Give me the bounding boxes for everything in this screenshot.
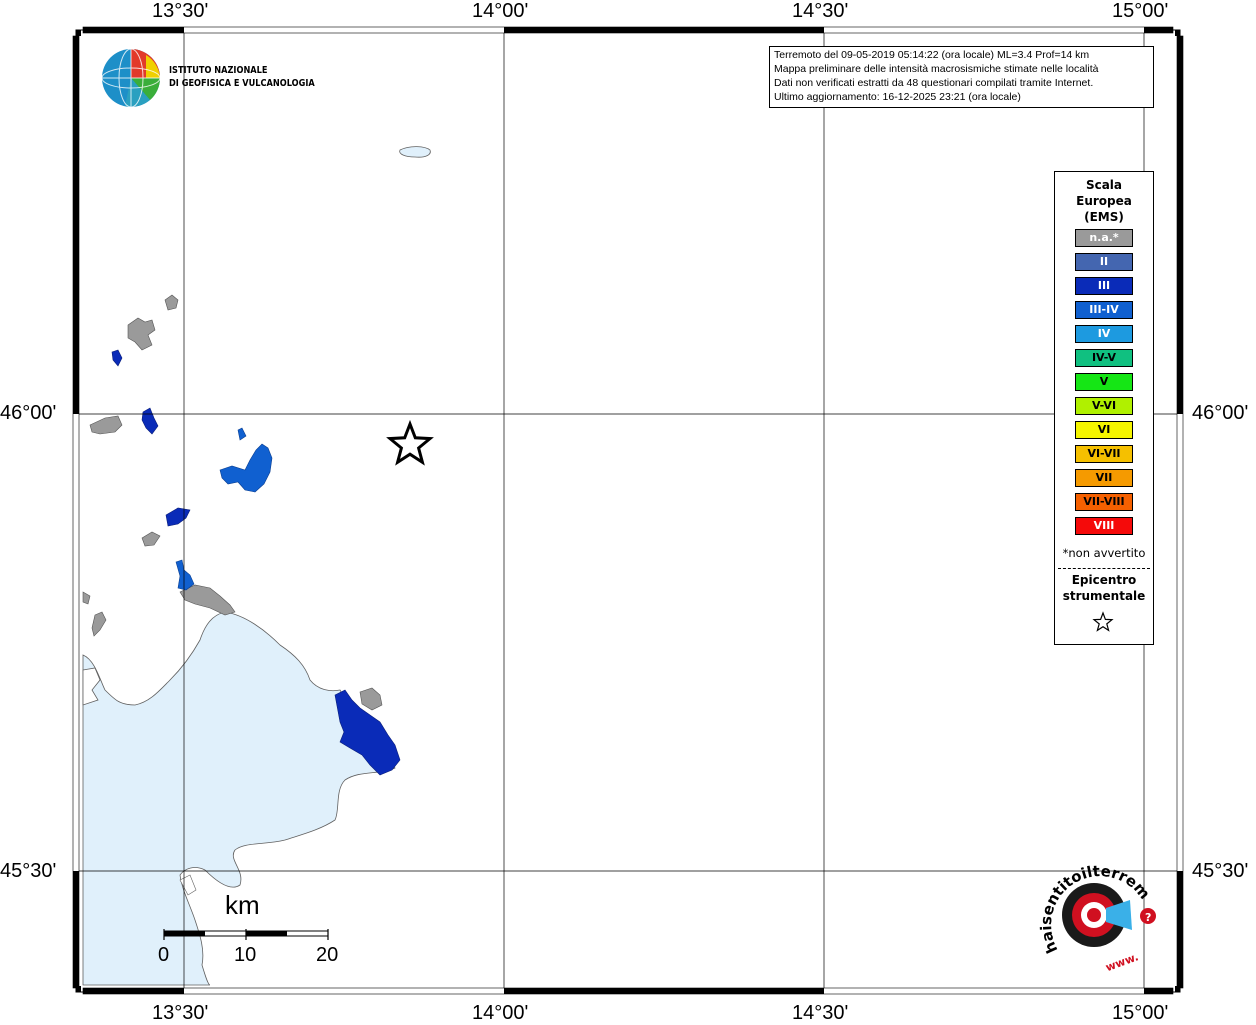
lat-label-right-4530: 45°30' [1192,860,1249,882]
lon-label-bottom-1500: 15°00' [1112,1002,1169,1024]
legend-item: VII [1075,469,1133,487]
lon-label-top-1330: 13°30' [152,0,209,22]
svg-text:?: ? [1145,911,1151,924]
legend-epicenter-line1: Epicentro [1071,573,1137,587]
legend-item: IV [1075,325,1133,343]
map-frame [72,26,1184,995]
legend-title-line1: Scala [1085,178,1123,192]
lon-label-top-1500: 15°00' [1112,0,1169,22]
legend-item: V [1075,373,1133,391]
scale-bar-label-20: 20 [316,944,339,966]
scale-bar-label-10: 10 [234,944,257,966]
legend-item: VII-VIII [1075,493,1133,511]
legend-epicenter-label: Epicentro strumentale [1055,572,1153,604]
legend-note: *non avvertito [1062,546,1146,560]
info-line-3: Dati non verificati estratti da 48 quest… [774,77,1094,89]
epicenter-star-icon [386,419,434,466]
lat-label-left-4600: 46°00' [0,402,57,424]
legend-title-line3: (EMS) [1084,210,1124,224]
lon-label-bottom-1430: 14°30' [792,1002,849,1024]
lon-label-top-1430: 14°30' [792,0,849,22]
info-line-1: Terremoto del 09-05-2019 05:14:22 (ora l… [774,49,1090,61]
legend-items: n.a.* II III III-IV IV IV-V V V-VI VI VI-VII VII VI… [1075,229,1133,541]
institute-name-line2: DI GEOFISICA E VULCANOLOGIA [169,78,315,89]
legend-item: VI-VII [1075,445,1133,463]
area-intensity-III-IV [175,427,273,591]
info-line-4: Ultimo aggiornamento: 16-12-2025 23:21 (… [774,91,1021,103]
event-info-box: Terremoto del 09-05-2019 05:14:22 (ora l… [769,46,1154,108]
lake-bohinj [399,146,431,158]
sea-area [82,611,396,986]
lat-label-left-4530: 45°30' [0,860,57,882]
legend-item: III [1075,277,1133,295]
legend-star-icon [1092,611,1114,632]
institute-name-line1: ISTITUTO NAZIONALE [169,65,268,76]
legend-divider [1058,568,1150,569]
legend-item: IV-V [1075,349,1133,367]
legend-title: Scala Europea (EMS) [1055,177,1153,225]
legend-item: n.a.* [1075,229,1133,247]
graticule [76,30,1180,992]
legend-item: VIII [1075,517,1133,535]
site-logo-www: www. [1104,950,1140,974]
legend-item: V-VI [1075,397,1133,415]
legend-item: III-IV [1075,301,1133,319]
intensity-legend: Scala Europea (EMS) n.a.* II III III-IV IV IV… [1054,171,1154,645]
ingv-logo-icon [101,48,161,108]
scale-bar-unit: km [225,890,260,920]
legend-item: II [1075,253,1133,271]
lon-label-bottom-1330: 13°30' [152,1002,209,1024]
legend-epicenter-line2: strumentale [1062,589,1146,603]
lat-label-right-4600: 46°00' [1192,402,1249,424]
info-line-2: Mappa preliminare delle intensità macros… [774,63,1099,75]
lon-label-top-1400: 14°00' [472,0,529,22]
lon-label-bottom-1400: 14°00' [472,1002,529,1024]
legend-title-line2: Europea [1076,194,1132,208]
scale-bar-label-0: 0 [158,944,170,966]
institute-name: ISTITUTO NAZIONALE DI GEOFISICA E VULCAN… [169,64,315,90]
legend-item: VI [1075,421,1133,439]
